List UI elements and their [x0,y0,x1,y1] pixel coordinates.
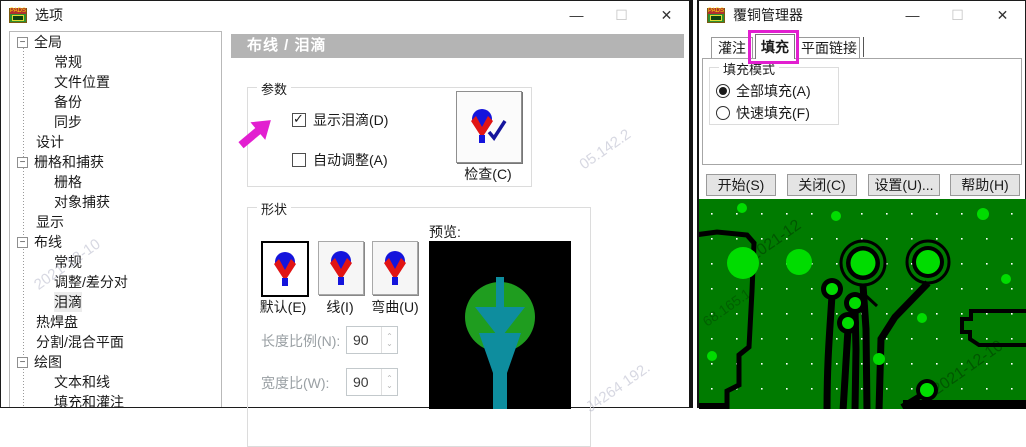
minimize-icon[interactable]: — [890,1,935,29]
sidebar-item-backup[interactable]: 备份 [10,92,221,112]
fill-all-label: 全部填充(A) [736,81,811,101]
tree-collapse-icon[interactable]: − [17,357,28,368]
radio-selected-icon[interactable] [716,84,730,98]
radio-unselected-icon[interactable] [716,106,730,120]
tab-pour[interactable]: 灌注 [711,37,753,58]
shape-group-label: 形状 [257,199,291,218]
tree-collapse-icon[interactable]: − [17,237,28,248]
pour-manager-title: 覆铜管理器 [733,5,803,25]
options-title: 选项 [35,5,63,25]
check-button-label: 检查(C) [456,164,520,184]
minimize-icon[interactable]: — [554,1,599,29]
sidebar-item-grids[interactable]: 栅格 [10,172,221,192]
tab-fill[interactable]: 填充 [755,34,795,59]
options-dialog: 选项 — ☐ ✕ −全局 常规 文件位置 备份 同步 设计 −栅格和捕获 栅格 … [0,0,693,408]
auto-adjust-label: 自动调整(A) [313,150,388,170]
trace-band [699,403,729,409]
sidebar-item-fills-pours[interactable]: 填充和灌注 [10,392,221,407]
tab-plane-link[interactable]: 平面链接 [798,37,860,58]
checkbox-checked-icon[interactable] [292,113,306,127]
start-button[interactable]: 开始(S) [706,174,776,196]
width-ratio-label: 宽度比(W): [261,373,329,393]
teardrop-preview-canvas [429,241,571,409]
pads-app-icon [9,8,27,23]
sidebar-item-sync[interactable]: 同步 [10,112,221,132]
close-icon[interactable]: ✕ [644,1,689,29]
pads-app-icon [707,8,725,23]
auto-adjust-checkbox[interactable]: 自动调整(A) [292,150,388,170]
sidebar-item-split-mixed-plane[interactable]: 分割/混合平面 [10,332,221,352]
spinner-arrows-icon[interactable]: ⌃⌄ [381,369,397,395]
preview-label: 预览: [429,222,461,242]
sidebar-item-object-snap[interactable]: 对象捕获 [10,192,221,212]
shape-default-label: 默认(E) [249,297,317,317]
pcb-copper-view[interactable]: 2021-12 68.165.1 2021-12-10 [699,199,1026,409]
spinner-arrows-icon[interactable]: ⌃⌄ [381,327,397,353]
length-ratio-stepper[interactable]: 90 ⌃⌄ [346,326,398,354]
show-teardrops-checkbox[interactable]: 显示泪滴(D) [292,110,388,130]
options-category-tree: −全局 常规 文件位置 备份 同步 设计 −栅格和捕获 栅格 对象捕获 显示 −… [9,31,222,407]
fill-mode-group-label: 填充模式 [719,59,779,78]
sidebar-item-general[interactable]: 常规 [10,52,221,72]
check-teardrops-button[interactable] [456,91,522,163]
help-button[interactable]: 帮助(H) [950,174,1020,196]
shape-line-button[interactable] [318,241,364,295]
shape-default-button[interactable] [261,241,309,297]
sidebar-item-routing-general[interactable]: 常规 [10,252,221,272]
maximize-icon: ☐ [935,1,980,29]
sidebar-item-file-locations[interactable]: 文件位置 [10,72,221,92]
sidebar-item-drafting[interactable]: −绘图 [10,352,221,372]
sidebar-item-tuning-diffpairs[interactable]: 调整/差分对 [10,272,221,292]
fill-tab-content: 填充模式 全部填充(A) 快速填充(F) [702,58,1022,165]
fill-fast-label: 快速填充(F) [736,103,810,123]
fill-fast-radio[interactable]: 快速填充(F) [716,103,810,123]
teardrop-line-icon [326,250,356,286]
length-ratio-label: 长度比例(N): [261,331,340,351]
shape-curved-button[interactable] [372,241,418,295]
sidebar-item-text-lines[interactable]: 文本和线 [10,372,221,392]
parameters-group-label: 参数 [257,79,291,98]
pour-manager-titlebar: 覆铜管理器 — ☐ ✕ [699,1,1025,29]
teardrop-curved-icon [380,250,410,286]
options-titlebar: 选项 — ☐ ✕ [1,1,689,29]
show-teardrops-label: 显示泪滴(D) [313,110,388,130]
width-ratio-stepper[interactable]: 90 ⌃⌄ [346,368,398,396]
settings-button[interactable]: 设置(U)... [868,174,940,196]
pcb-pad [907,241,949,283]
sidebar-item-routing[interactable]: −布线 [10,232,221,252]
copper-pour-manager-dialog: 覆铜管理器 — ☐ ✕ 灌注 填充 平面链接 填充模式 全部填充(A) 快速填充… [697,0,1026,408]
pcb-pad [841,241,885,285]
annotation-arrow-icon [235,111,277,153]
sidebar-item-teardrops[interactable]: 泪滴 [10,292,221,312]
tab-strip-edge [863,37,864,57]
sidebar-item-display[interactable]: 显示 [10,212,221,232]
length-ratio-value[interactable]: 90 [347,327,381,353]
tree-collapse-icon[interactable]: − [17,157,28,168]
panel-header: 布线 / 泪滴 [231,34,684,58]
maximize-icon: ☐ [599,1,644,29]
sidebar-item-design[interactable]: 设计 [10,132,221,152]
width-ratio-value[interactable]: 90 [347,369,381,395]
tree-collapse-icon[interactable]: − [17,37,28,48]
teardrop-default-icon [270,251,300,287]
shape-curved-label: 弯曲(U) [365,297,425,317]
teardrop-preview-graphic [429,241,571,409]
sidebar-item-global[interactable]: −全局 [10,32,221,52]
close-icon[interactable]: ✕ [980,1,1025,29]
pour-manager-tabbar: 灌注 填充 平面链接 [705,34,1019,59]
teardrop-check-icon [467,108,511,146]
shape-line-label: 线(I) [318,297,362,317]
close-button[interactable]: 关闭(C) [787,174,857,196]
fill-mode-group: 填充模式 全部填充(A) 快速填充(F) [709,67,839,125]
fill-all-radio[interactable]: 全部填充(A) [716,81,811,101]
sidebar-item-grids-capture[interactable]: −栅格和捕获 [10,152,221,172]
checkbox-unchecked-icon[interactable] [292,153,306,167]
sidebar-item-thermals[interactable]: 热焊盘 [10,312,221,332]
